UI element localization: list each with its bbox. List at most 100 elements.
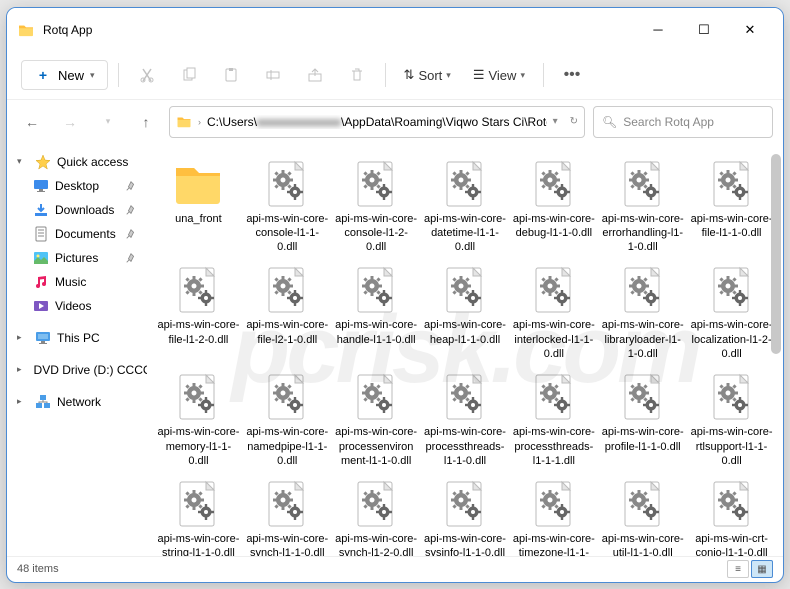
file-item[interactable]: api-ms-win-core-libraryloader-l1-1-0.dll [599,262,686,365]
file-name: api-ms-win-core-file-l1-2-0.dll [157,318,240,347]
icons-view-button[interactable]: ▦ [751,560,773,578]
dll-file-icon [530,160,578,208]
window-title: Rotq App [43,23,635,37]
file-item[interactable]: api-ms-win-core-processenvironment-l1-1-… [333,369,420,472]
sidebar-item-pictures[interactable]: Pictures [11,246,143,270]
dll-file-icon [441,373,489,421]
file-item[interactable]: api-ms-win-core-console-l1-1-0.dll [244,156,331,259]
file-name: api-ms-win-core-handle-l1-1-0.dll [335,318,418,347]
file-item[interactable]: api-ms-win-core-interlocked-l1-1-0.dll [510,262,597,365]
chevron-down-icon[interactable]: ▾ [553,116,558,127]
forward-button[interactable]: → [55,107,85,137]
dll-file-icon [263,160,311,208]
file-item[interactable]: api-ms-win-core-timezone-l1-1-0.dll [510,476,597,555]
address-bar[interactable]: › C:\Users\xxxxxxxxxxxxxx\AppData\Roamin… [169,106,585,138]
dll-file-icon [174,373,222,421]
more-button[interactable]: ••• [554,57,590,93]
sidebar-item-label: Videos [55,299,91,313]
file-item[interactable]: api-ms-win-core-processthreads-l1-1-0.dl… [422,369,509,472]
file-item[interactable]: api-ms-win-core-console-l1-2-0.dll [333,156,420,259]
file-pane[interactable]: pcrisk.com una_frontapi-ms-win-core-cons… [147,144,783,556]
sidebar-this-pc[interactable]: ▸This PC [11,326,143,350]
minimize-button[interactable]: ─ [635,8,681,52]
recent-button[interactable]: ▾ [93,107,123,137]
plus-icon: + [34,66,52,84]
view-button[interactable]: ☰ View ▾ [465,62,533,88]
dll-file-icon [263,480,311,528]
dll-file-icon [441,480,489,528]
dll-file-icon [263,266,311,314]
file-name: api-ms-win-core-datetime-l1-1-0.dll [424,212,507,255]
file-item[interactable]: api-ms-win-core-localization-l1-2-0.dll [688,262,775,365]
file-item[interactable]: api-ms-win-core-file-l2-1-0.dll [244,262,331,365]
file-item[interactable]: api-ms-win-core-synch-l1-1-0.dll [244,476,331,555]
sidebar-item-desktop[interactable]: Desktop [11,174,143,198]
sidebar-item-label: Network [57,395,101,409]
sidebar-item-label: Desktop [55,179,99,193]
refresh-icon[interactable]: ↻ [570,116,578,127]
file-name: api-ms-win-core-console-l1-1-0.dll [246,212,329,255]
sort-icon: ⇅ [404,67,415,83]
dll-file-icon [530,480,578,528]
search-input[interactable]: 🔍︎ Search Rotq App [593,106,773,138]
expand-icon: ▸ [17,396,29,407]
sidebar-item-label: This PC [57,331,100,345]
network-icon [35,394,51,410]
file-item[interactable]: api-ms-win-core-errorhandling-l1-1-0.dll [599,156,686,259]
file-item[interactable]: api-ms-win-core-datetime-l1-1-0.dll [422,156,509,259]
rename-button[interactable] [255,57,291,93]
sidebar-item-videos[interactable]: Videos [11,294,143,318]
back-button[interactable]: ← [17,107,47,137]
details-view-button[interactable]: ≡ [727,560,749,578]
new-button[interactable]: + New ▾ [21,60,108,90]
copy-button[interactable] [171,57,207,93]
dll-file-icon [174,266,222,314]
file-item[interactable]: api-ms-win-core-profile-l1-1-0.dll [599,369,686,472]
file-item[interactable]: api-ms-win-core-sysinfo-l1-1-0.dll [422,476,509,555]
file-item[interactable]: api-ms-win-core-util-l1-1-0.dll [599,476,686,555]
titlebar[interactable]: Rotq App ─ ☐ ✕ [7,8,783,52]
file-item[interactable]: api-ms-win-core-string-l1-1-0.dll [155,476,242,555]
share-button[interactable] [297,57,333,93]
file-item[interactable]: api-ms-win-core-file-l1-2-0.dll [155,262,242,365]
file-item[interactable]: api-ms-win-crt-conio-l1-1-0.dll [688,476,775,555]
folder-item[interactable]: una_front [155,156,242,259]
monitor-icon [33,178,49,194]
file-item[interactable]: api-ms-win-core-memory-l1-1-0.dll [155,369,242,472]
file-item[interactable]: api-ms-win-core-handle-l1-1-0.dll [333,262,420,365]
dll-file-icon [352,373,400,421]
file-item[interactable]: api-ms-win-core-heap-l1-1-0.dll [422,262,509,365]
file-item[interactable]: api-ms-win-core-debug-l1-1-0.dll [510,156,597,259]
delete-button[interactable] [339,57,375,93]
dll-file-icon [441,266,489,314]
maximize-button[interactable]: ☐ [681,8,727,52]
paste-button[interactable] [213,57,249,93]
sidebar-quick-access[interactable]: ▾Quick access [11,150,143,174]
file-item[interactable]: api-ms-win-core-synch-l1-2-0.dll [333,476,420,555]
file-item[interactable]: api-ms-win-core-namedpipe-l1-1-0.dll [244,369,331,472]
chevron-down-icon: ▾ [446,70,451,81]
file-name: api-ms-win-core-file-l1-1-0.dll [690,212,773,241]
sidebar-item-label: Documents [55,227,116,241]
sidebar-item-documents[interactable]: Documents [11,222,143,246]
dll-file-icon [352,160,400,208]
up-button[interactable]: ↑ [131,107,161,137]
close-button[interactable]: ✕ [727,8,773,52]
scrollbar[interactable] [771,154,781,354]
file-name: api-ms-win-core-rtlsupport-l1-1-0.dll [690,425,773,468]
file-item[interactable]: api-ms-win-core-processthreads-l1-1-1.dl… [510,369,597,472]
cut-button[interactable] [129,57,165,93]
sidebar-item-label: Quick access [57,155,128,169]
file-item[interactable]: api-ms-win-core-file-l1-1-0.dll [688,156,775,259]
file-name: api-ms-win-core-string-l1-1-0.dll [157,532,240,555]
sidebar-item-music[interactable]: Music [11,270,143,294]
dll-file-icon [263,373,311,421]
pin-icon [125,204,137,216]
dll-file-icon [530,373,578,421]
sidebar-item-downloads[interactable]: Downloads [11,198,143,222]
sidebar-network[interactable]: ▸ Network [11,390,143,414]
sort-button[interactable]: ⇅ Sort ▾ [396,62,459,88]
file-item[interactable]: api-ms-win-core-rtlsupport-l1-1-0.dll [688,369,775,472]
sidebar-dvd-drive[interactable]: ▸DVD Drive (D:) CCCC [11,358,143,382]
file-name: una_front [175,212,221,226]
